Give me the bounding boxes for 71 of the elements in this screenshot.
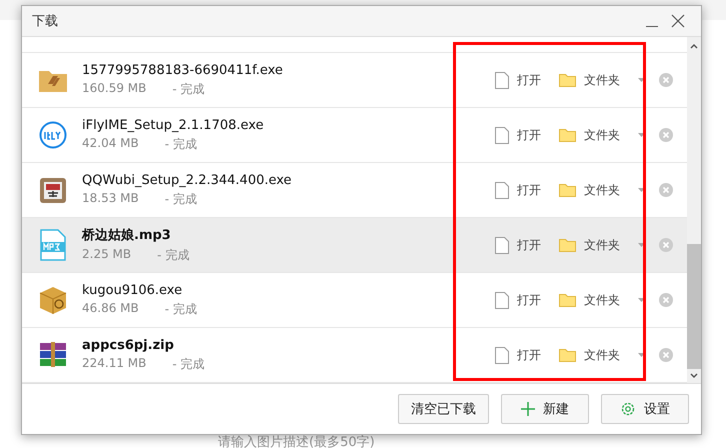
open-folder-button[interactable]: 文件夹 bbox=[559, 292, 620, 308]
folder-icon bbox=[559, 128, 576, 142]
document-icon bbox=[495, 292, 509, 308]
scroll-up-icon[interactable] bbox=[690, 43, 698, 49]
file-size: 2.25 MB bbox=[82, 247, 132, 263]
open-folder-button[interactable]: 文件夹 bbox=[559, 182, 620, 198]
download-row[interactable]: appcs6pj.zip 224.11 MB - 完成 打开 文件夹 bbox=[22, 328, 687, 383]
download-row[interactable]: kugou9106.exe 46.86 MB - 完成 打开 文件夹 bbox=[22, 273, 687, 328]
open-file-button[interactable]: 打开 bbox=[495, 236, 541, 254]
file-size: 224.11 MB bbox=[82, 356, 146, 372]
settings-icon bbox=[620, 401, 636, 417]
folder-icon bbox=[559, 348, 576, 362]
open-folder-button[interactable]: 文件夹 bbox=[559, 72, 620, 88]
scrollbar-thumb[interactable] bbox=[687, 244, 701, 369]
caret-icon[interactable] bbox=[638, 133, 645, 137]
folder-icon bbox=[559, 183, 576, 197]
dictionary-app-icon bbox=[39, 176, 67, 204]
download-row[interactable]: QQWubi_Setup_2.2.344.400.exe 18.53 MB - 完成 打开 文件夹 bbox=[22, 163, 687, 218]
file-size: 46.86 MB bbox=[82, 300, 139, 316]
download-status: - 完成 bbox=[172, 80, 205, 98]
clear-downloads-button[interactable]: 清空已下载 bbox=[398, 394, 489, 424]
open-folder-button[interactable]: 文件夹 bbox=[559, 236, 620, 254]
folder-app-icon bbox=[39, 68, 67, 92]
download-status: - 完成 bbox=[164, 136, 197, 152]
download-status: - 完成 bbox=[157, 247, 190, 264]
file-size: 160.59 MB bbox=[82, 80, 146, 96]
file-name: kugou9106.exe bbox=[82, 282, 184, 298]
new-button[interactable]: 新建 bbox=[501, 394, 589, 424]
document-icon bbox=[495, 236, 509, 254]
folder-icon bbox=[559, 293, 576, 307]
document-icon bbox=[495, 346, 509, 364]
plus-icon bbox=[521, 402, 535, 416]
ifly-logo-icon bbox=[39, 121, 67, 149]
scroll-down-icon[interactable] bbox=[690, 373, 698, 379]
open-file-button[interactable]: 打开 bbox=[495, 126, 541, 144]
archive-books-icon bbox=[38, 341, 68, 369]
open-file-button[interactable]: 打开 bbox=[495, 72, 541, 88]
open-file-button[interactable]: 打开 bbox=[495, 182, 541, 198]
download-status: - 完成 bbox=[164, 300, 197, 318]
file-name: 桥边姑娘.mp3 bbox=[82, 227, 172, 244]
caret-icon[interactable] bbox=[638, 243, 645, 247]
open-file-button[interactable]: 打开 bbox=[495, 292, 541, 308]
caret-icon[interactable] bbox=[638, 353, 645, 357]
settings-button[interactable]: 设置 bbox=[601, 394, 689, 424]
caret-icon[interactable] bbox=[638, 298, 645, 302]
download-row[interactable]: 桥边姑娘.mp3 2.25 MB - 完成 打开 文件夹 bbox=[22, 218, 687, 273]
open-folder-button[interactable]: 文件夹 bbox=[559, 126, 620, 144]
download-row[interactable]: iFlyIME_Setup_2.1.1708.exe 42.04 MB - 完成 打开 文件夹 bbox=[22, 108, 687, 163]
download-status: - 完成 bbox=[164, 190, 197, 208]
file-name: iFlyIME_Setup_2.1.1708.exe bbox=[82, 118, 265, 132]
document-icon bbox=[495, 126, 509, 144]
download-status: - 完成 bbox=[172, 356, 205, 372]
folder-icon bbox=[559, 238, 576, 252]
file-name: appcs6pj.zip bbox=[82, 338, 175, 352]
file-size: 18.53 MB bbox=[82, 190, 139, 206]
scrollbar-track[interactable] bbox=[687, 37, 701, 383]
open-folder-button[interactable]: 文件夹 bbox=[559, 346, 620, 364]
file-size: 42.04 MB bbox=[82, 136, 139, 152]
document-icon bbox=[495, 72, 509, 88]
close-icon bbox=[671, 14, 685, 28]
download-row[interactable]: 1577995788183-6690411f.exe 160.59 MB - 完成 打开 文件夹 bbox=[22, 53, 687, 108]
package-box-icon bbox=[38, 285, 68, 315]
window-title: 下载 bbox=[32, 13, 59, 30]
caret-icon[interactable] bbox=[638, 188, 645, 192]
document-icon bbox=[495, 182, 509, 198]
folder-icon bbox=[559, 73, 576, 87]
audio-file-icon bbox=[40, 229, 66, 261]
open-file-button[interactable]: 打开 bbox=[495, 346, 541, 364]
file-name: 1577995788183-6690411f.exe bbox=[82, 62, 284, 78]
caret-icon[interactable] bbox=[638, 78, 645, 82]
file-name: QQWubi_Setup_2.2.344.400.exe bbox=[82, 172, 293, 188]
